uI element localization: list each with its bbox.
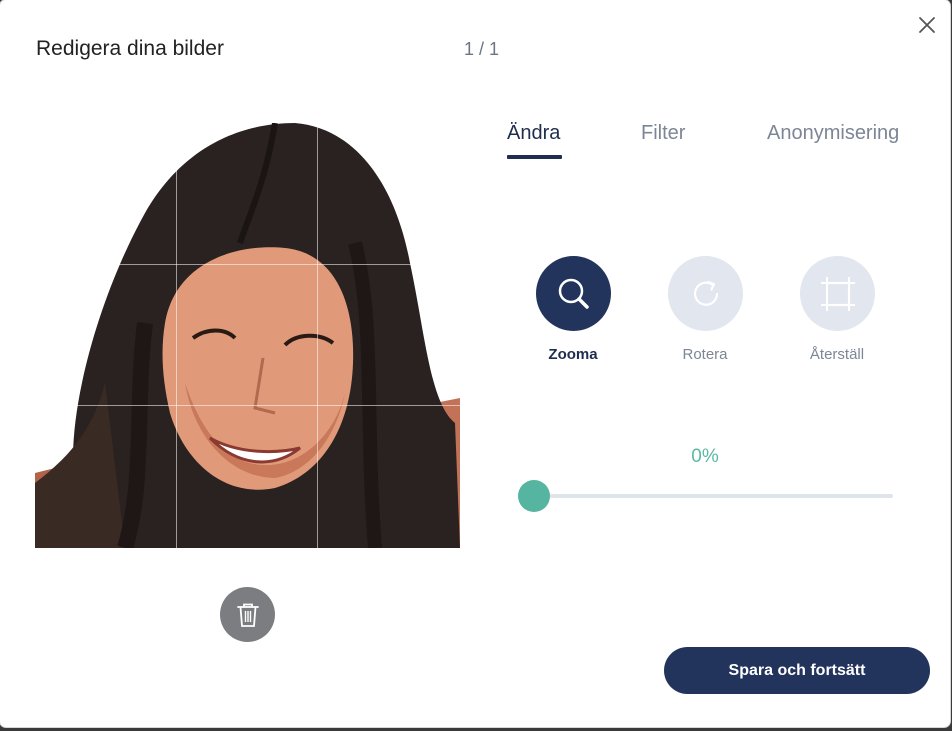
editor-tabs: Ändra Filter Anonymisering [0, 122, 950, 162]
delete-image-button[interactable] [220, 587, 275, 642]
zoom-icon [558, 278, 589, 309]
rotate-tool-button[interactable] [668, 256, 743, 331]
edit-images-dialog: Redigera dina bilder 1 / 1 Ändra Filter … [0, 0, 950, 727]
tab-filter[interactable]: Filter [641, 122, 685, 145]
tab-andra[interactable]: Ändra [507, 122, 560, 145]
zoom-percentage: 0% [691, 446, 719, 467]
tab-anonymisering[interactable]: Anonymisering [767, 122, 899, 145]
portrait-photo [35, 123, 460, 548]
reset-tool-button[interactable] [800, 256, 875, 331]
close-icon[interactable] [916, 14, 938, 36]
zoom-slider-thumb[interactable] [518, 480, 550, 512]
zoom-slider-track[interactable] [534, 494, 893, 498]
save-and-continue-button[interactable]: Spara och fortsätt [664, 647, 930, 694]
zoom-tool-button[interactable] [536, 256, 611, 331]
rotate-tool-label: Rotera [682, 346, 728, 363]
crop-grid-line [35, 264, 460, 265]
active-tab-indicator [507, 155, 562, 159]
image-counter: 1 / 1 [464, 39, 500, 59]
trash-icon [236, 603, 259, 627]
reset-tool-label: Återställ [809, 346, 865, 363]
rotate-icon [693, 280, 718, 306]
photo-preview[interactable] [35, 123, 460, 548]
reset-crop-icon [820, 276, 855, 311]
crop-grid-line [317, 123, 318, 548]
zoom-tool-label: Zooma [548, 346, 598, 363]
dialog-title: Redigera dina bilder [36, 37, 224, 60]
crop-grid-line [176, 123, 177, 548]
crop-grid-line [35, 405, 460, 406]
